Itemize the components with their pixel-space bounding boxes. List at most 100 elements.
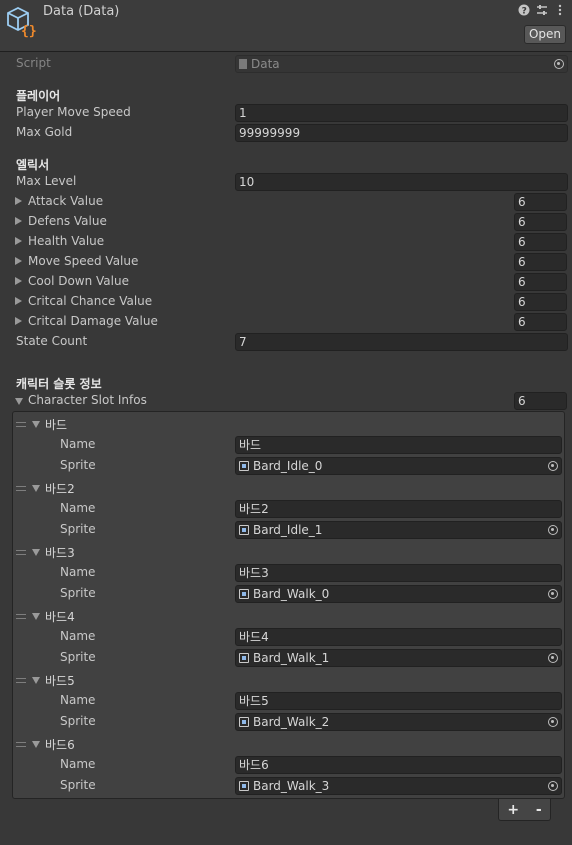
array-label[interactable]: Attack Value	[28, 194, 103, 208]
list-element[interactable]: 바드	[0, 414, 572, 434]
sprite-field[interactable]: Bard_Idle_1	[235, 521, 562, 539]
critcal-chance-value-array[interactable]: Critcal Chance Value 6	[0, 292, 572, 312]
defens-value-array[interactable]: Defens Value 6	[0, 212, 572, 232]
array-size-input[interactable]: 6	[514, 253, 567, 271]
name-input[interactable]: 바드5	[235, 692, 562, 710]
sprite-icon	[239, 653, 249, 663]
element-title[interactable]: 바드3	[45, 544, 75, 561]
array-label[interactable]: Critcal Chance Value	[28, 294, 152, 308]
object-picker-icon[interactable]	[548, 653, 558, 663]
name-label: Name	[60, 693, 96, 707]
max-level-input[interactable]: 10	[235, 173, 568, 191]
list-label[interactable]: Character Slot Infos	[28, 393, 147, 407]
list-element[interactable]: 바드6	[0, 734, 572, 754]
foldout-arrow-icon[interactable]	[15, 197, 22, 205]
cool-down-value-array[interactable]: Cool Down Value 6	[0, 272, 572, 292]
object-picker-icon[interactable]	[548, 781, 558, 791]
foldout-arrow-icon[interactable]	[15, 237, 22, 245]
element-foldout-icon[interactable]	[32, 549, 40, 556]
element-foldout-icon[interactable]	[32, 677, 40, 684]
sprite-label: Sprite	[60, 522, 96, 536]
sprite-field[interactable]: Bard_Walk_0	[235, 585, 562, 603]
element-title[interactable]: 바드6	[45, 736, 75, 753]
element-title[interactable]: 바드2	[45, 480, 75, 497]
open-button[interactable]: Open	[524, 25, 566, 44]
list-element[interactable]: 바드4	[0, 606, 572, 626]
sprite-field[interactable]: Bard_Walk_3	[235, 777, 562, 795]
drag-handle-icon[interactable]	[16, 614, 26, 619]
move-speed-value-array[interactable]: Move Speed Value 6	[0, 252, 572, 272]
preset-settings-icon[interactable]	[536, 4, 548, 16]
element-foldout-icon[interactable]	[32, 485, 40, 492]
script-field[interactable]: Data	[235, 55, 568, 73]
array-size-input[interactable]: 6	[514, 213, 567, 231]
sprite-value: Bard_Walk_0	[253, 587, 330, 601]
name-input[interactable]: 바드2	[235, 500, 562, 518]
foldout-arrow-icon[interactable]	[15, 217, 22, 225]
array-size-input[interactable]: 6	[514, 273, 567, 291]
name-input[interactable]: 바드	[235, 436, 562, 454]
array-label[interactable]: Move Speed Value	[28, 254, 138, 268]
array-label[interactable]: Critcal Damage Value	[28, 314, 158, 328]
array-size-input[interactable]: 6	[514, 293, 567, 311]
state-count-label: State Count	[16, 334, 88, 348]
element-name-row: Name 바드2	[0, 499, 572, 519]
array-label[interactable]: Defens Value	[28, 214, 107, 228]
array-size-input[interactable]: 6	[514, 193, 567, 211]
foldout-arrow-icon[interactable]	[15, 277, 22, 285]
element-foldout-icon[interactable]	[32, 421, 40, 428]
list-size-input[interactable]: 6	[514, 392, 567, 410]
character-slot-infos-list[interactable]: Character Slot Infos 6	[0, 391, 572, 411]
drag-handle-icon[interactable]	[16, 422, 26, 427]
drag-handle-icon[interactable]	[16, 742, 26, 747]
element-sprite-row: Sprite Bard_Walk_0	[0, 584, 572, 604]
array-size-input[interactable]: 6	[514, 233, 567, 251]
svg-text:{}: {}	[21, 24, 37, 38]
object-picker-icon[interactable]	[548, 461, 558, 471]
sprite-field[interactable]: Bard_Walk_1	[235, 649, 562, 667]
state-count-input[interactable]: 7	[235, 333, 568, 351]
array-label[interactable]: Health Value	[28, 234, 104, 248]
critcal-damage-value-array[interactable]: Critcal Damage Value 6	[0, 312, 572, 332]
foldout-expanded-icon[interactable]	[15, 398, 23, 405]
object-picker-icon[interactable]	[548, 525, 558, 535]
foldout-arrow-icon[interactable]	[15, 257, 22, 265]
add-element-button[interactable]: +	[507, 802, 519, 818]
player-move-speed-input[interactable]: 1	[235, 104, 568, 122]
list-element[interactable]: 바드3	[0, 542, 572, 562]
element-title[interactable]: 바드5	[45, 672, 75, 689]
name-input[interactable]: 바드6	[235, 756, 562, 774]
name-input[interactable]: 바드4	[235, 628, 562, 646]
attack-value-array[interactable]: Attack Value 6	[0, 192, 572, 212]
element-title[interactable]: 바드4	[45, 608, 75, 625]
object-picker-icon[interactable]	[548, 589, 558, 599]
health-value-array[interactable]: Health Value 6	[0, 232, 572, 252]
drag-handle-icon[interactable]	[16, 486, 26, 491]
sprite-field[interactable]: Bard_Idle_0	[235, 457, 562, 475]
sprite-icon	[239, 781, 249, 791]
array-size-input[interactable]: 6	[514, 313, 567, 331]
element-foldout-icon[interactable]	[32, 741, 40, 748]
kebab-menu-icon[interactable]	[554, 4, 566, 16]
help-icon[interactable]: ?	[518, 4, 530, 16]
sprite-value: Bard_Walk_1	[253, 651, 330, 665]
sprite-label: Sprite	[60, 586, 96, 600]
list-element[interactable]: 바드5	[0, 670, 572, 690]
object-picker-icon[interactable]	[548, 717, 558, 727]
array-label[interactable]: Cool Down Value	[28, 274, 129, 288]
element-title[interactable]: 바드	[45, 416, 67, 433]
name-input[interactable]: 바드3	[235, 564, 562, 582]
list-element[interactable]: 바드2	[0, 478, 572, 498]
sprite-field[interactable]: Bard_Walk_2	[235, 713, 562, 731]
drag-handle-icon[interactable]	[16, 678, 26, 683]
slot-section-heading: 캐릭터 슬롯 정보	[16, 377, 102, 391]
foldout-arrow-icon[interactable]	[15, 317, 22, 325]
drag-handle-icon[interactable]	[16, 550, 26, 555]
foldout-arrow-icon[interactable]	[15, 297, 22, 305]
max-gold-input[interactable]: 99999999	[235, 124, 568, 142]
remove-element-button[interactable]: -	[536, 802, 542, 818]
object-picker-icon[interactable]	[554, 59, 564, 69]
sprite-label: Sprite	[60, 458, 96, 472]
element-foldout-icon[interactable]	[32, 613, 40, 620]
script-value: Data	[251, 57, 280, 71]
